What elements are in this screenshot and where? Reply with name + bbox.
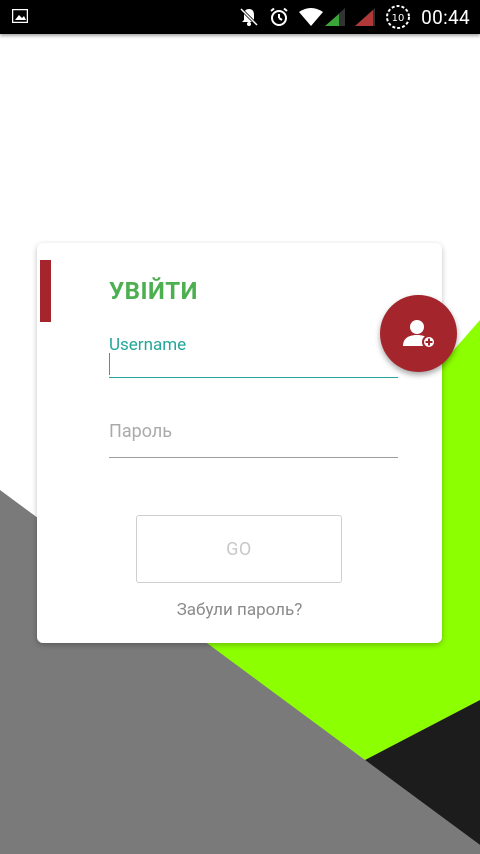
signal-icon-2 [355, 8, 376, 26]
password-field[interactable]: Пароль [109, 419, 398, 458]
alarm-icon [270, 7, 288, 26]
login-card: УВІЙТИ Username Пароль GO Забули пароль? [37, 243, 442, 643]
text-cursor [109, 353, 110, 375]
wifi-icon [299, 8, 324, 26]
go-button[interactable]: GO [136, 515, 342, 583]
image-icon [12, 9, 28, 23]
accent-bar [40, 260, 51, 322]
clock: 00:44 [421, 5, 470, 29]
username-label: Username [109, 335, 187, 355]
password-placeholder: Пароль [109, 421, 173, 442]
login-title: УВІЙТИ [109, 277, 198, 305]
forgot-password-link[interactable]: Забули пароль? [37, 600, 442, 620]
battery-icon: 10 [386, 5, 411, 29]
add-user-icon [402, 319, 436, 349]
username-field[interactable]: Username [109, 335, 398, 378]
add-user-button[interactable] [380, 295, 457, 372]
svg-text:10: 10 [392, 13, 405, 24]
signal-icon [325, 8, 346, 26]
notifications-off-icon [240, 7, 259, 27]
status-bar: 10 00:44 [0, 0, 480, 34]
